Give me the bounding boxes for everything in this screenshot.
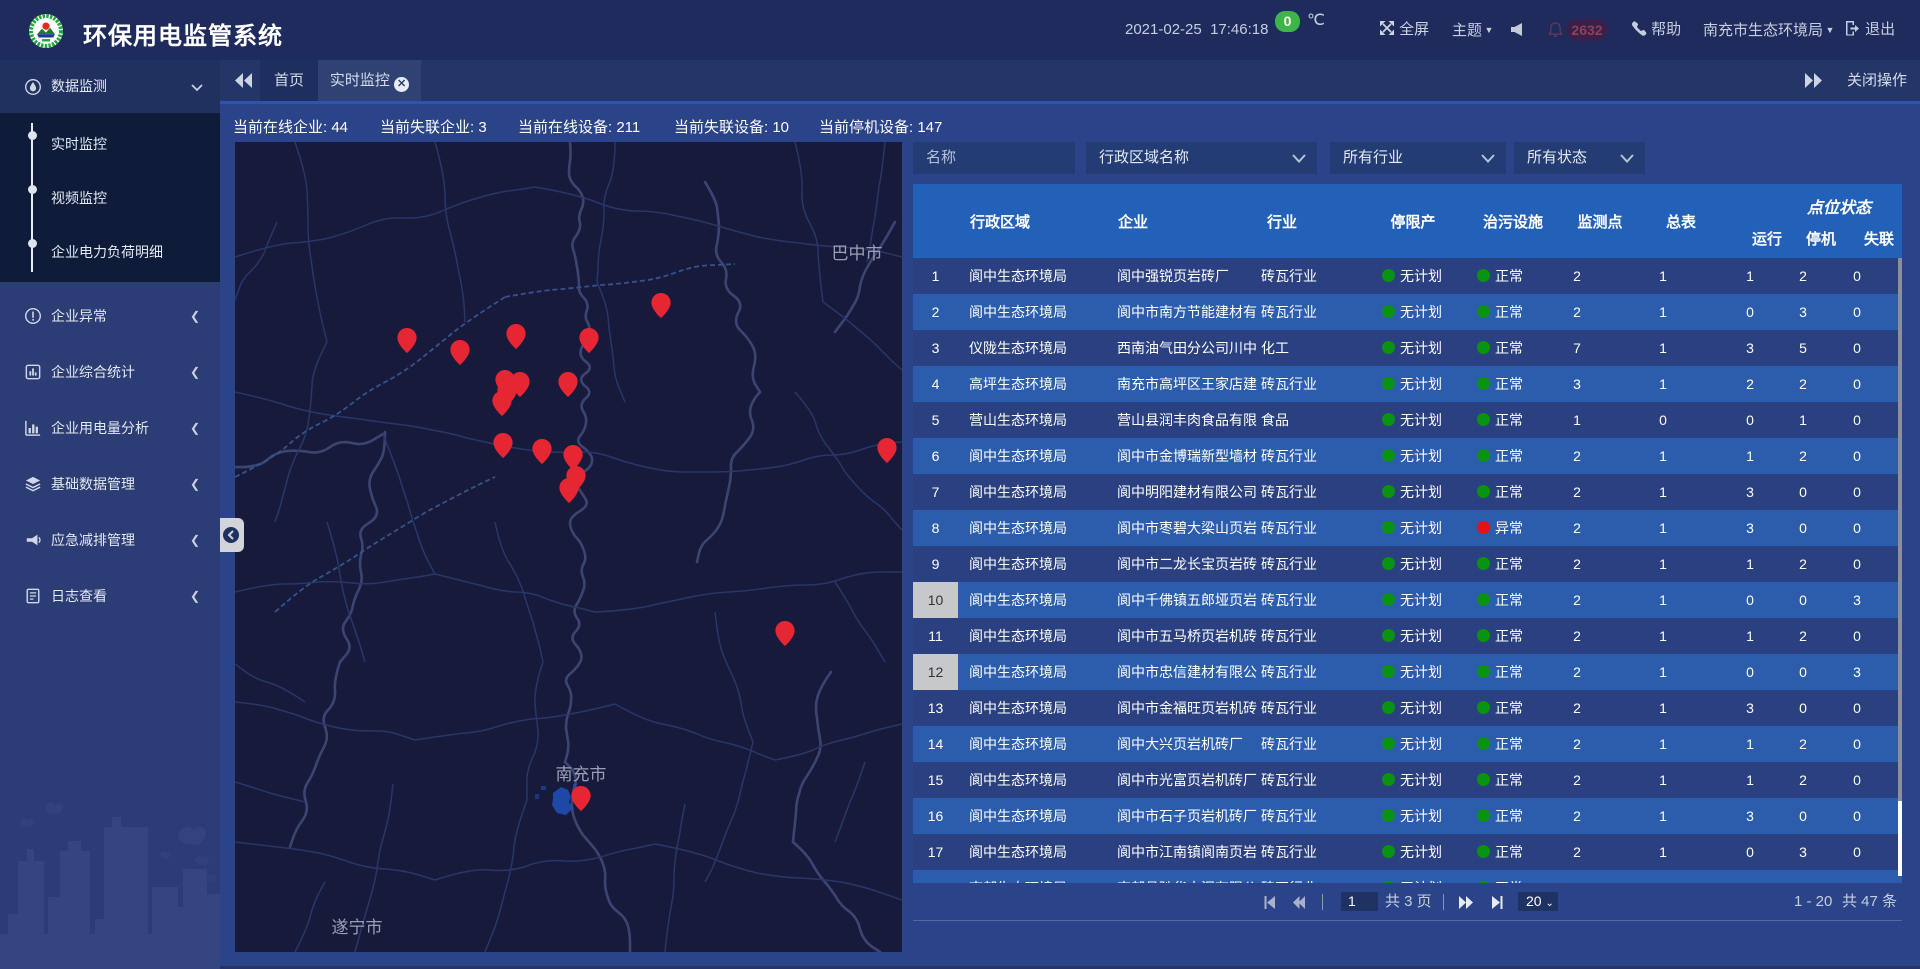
- svg-text:南充市: 南充市: [556, 765, 607, 784]
- svg-text:遂宁市: 遂宁市: [332, 918, 383, 937]
- svg-text:巴中市: 巴中市: [832, 244, 883, 263]
